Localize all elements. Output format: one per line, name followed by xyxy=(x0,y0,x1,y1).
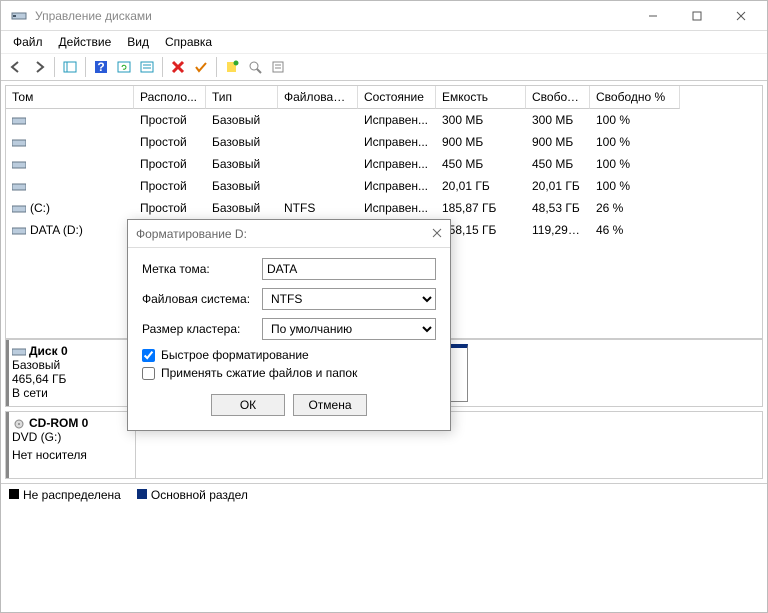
volume-icon xyxy=(12,225,26,235)
disk-icon xyxy=(12,346,26,356)
dialog-title: Форматирование D: xyxy=(136,227,247,241)
properties-icon[interactable] xyxy=(267,56,289,78)
help-icon[interactable]: ? xyxy=(90,56,112,78)
col-free[interactable]: Свобод... xyxy=(526,86,590,109)
label-cluster: Размер кластера: xyxy=(142,322,262,336)
table-row[interactable]: ПростойБазовыйИсправен...300 МБ300 МБ100… xyxy=(6,109,762,131)
checkbox-compress[interactable] xyxy=(142,367,155,380)
col-volume[interactable]: Том xyxy=(6,86,134,109)
refresh-icon[interactable] xyxy=(113,56,135,78)
disk-0-type: Базовый xyxy=(12,358,129,372)
col-status[interactable]: Состояние xyxy=(358,86,436,109)
svg-text:?: ? xyxy=(97,60,104,74)
volume-icon xyxy=(12,181,26,191)
label-volume: Метка тома: xyxy=(142,262,262,276)
disk-0-status: В сети xyxy=(12,386,129,400)
col-layout[interactable]: Располо... xyxy=(134,86,206,109)
titlebar: Управление дисками xyxy=(1,1,767,31)
table-row[interactable]: ПростойБазовыйИсправен...20,01 ГБ20,01 Г… xyxy=(6,175,762,197)
col-type[interactable]: Тип xyxy=(206,86,278,109)
ok-button[interactable]: ОК xyxy=(211,394,285,416)
cdrom-icon xyxy=(12,418,26,428)
legend-unallocated: Не распределена xyxy=(9,488,121,502)
col-capacity[interactable]: Емкость xyxy=(436,86,526,109)
search-icon[interactable] xyxy=(244,56,266,78)
volume-grid-header: Том Располо... Тип Файловая с... Состоян… xyxy=(5,85,763,109)
menu-view[interactable]: Вид xyxy=(119,33,157,51)
table-row[interactable]: ПростойБазовыйИсправен...900 МБ900 МБ100… xyxy=(6,131,762,153)
check-icon[interactable] xyxy=(190,56,212,78)
legend: Не распределена Основной раздел xyxy=(1,483,767,506)
volume-icon xyxy=(12,137,26,147)
format-dialog: Форматирование D: Метка тома: Файловая с… xyxy=(127,219,451,431)
col-pct[interactable]: Свободно % xyxy=(590,86,680,109)
show-hide-icon[interactable] xyxy=(59,56,81,78)
dialog-close-icon[interactable] xyxy=(432,227,442,241)
select-cluster[interactable]: По умолчанию xyxy=(262,318,436,340)
menu-file[interactable]: Файл xyxy=(5,33,51,51)
volume-icon xyxy=(12,203,26,213)
disk-0-size: 465,64 ГБ xyxy=(12,372,129,386)
label-quick-format: Быстрое форматирование xyxy=(161,348,309,362)
volume-icon xyxy=(12,115,26,125)
list-icon[interactable] xyxy=(136,56,158,78)
new-icon[interactable] xyxy=(221,56,243,78)
close-button[interactable] xyxy=(719,1,763,31)
app-icon xyxy=(11,8,27,24)
menubar: Файл Действие Вид Справка xyxy=(1,31,767,53)
disk-0-name: Диск 0 xyxy=(29,344,68,358)
window-title: Управление дисками xyxy=(33,9,631,23)
cdrom-name: CD-ROM 0 xyxy=(29,416,88,430)
table-row[interactable]: ПростойБазовыйИсправен...450 МБ450 МБ100… xyxy=(6,153,762,175)
delete-icon[interactable] xyxy=(167,56,189,78)
table-row[interactable]: (C:)ПростойБазовыйNTFSИсправен...185,87 … xyxy=(6,197,762,219)
menu-help[interactable]: Справка xyxy=(157,33,220,51)
cdrom-label[interactable]: CD-ROM 0 DVD (G:) Нет носителя xyxy=(6,412,136,478)
cdrom-nomedia: Нет носителя xyxy=(12,448,129,462)
minimize-button[interactable] xyxy=(631,1,675,31)
label-filesystem: Файловая система: xyxy=(142,292,262,306)
menu-action[interactable]: Действие xyxy=(51,33,120,51)
input-volume-label[interactable] xyxy=(262,258,436,280)
maximize-button[interactable] xyxy=(675,1,719,31)
forward-icon[interactable] xyxy=(28,56,50,78)
back-icon[interactable] xyxy=(5,56,27,78)
dialog-titlebar[interactable]: Форматирование D: xyxy=(128,220,450,248)
toolbar: ? xyxy=(1,53,767,81)
select-filesystem[interactable]: NTFS xyxy=(262,288,436,310)
checkbox-quick-format[interactable] xyxy=(142,349,155,362)
cdrom-sub: DVD (G:) xyxy=(12,430,129,444)
legend-primary: Основной раздел xyxy=(137,488,248,502)
disk-0-label[interactable]: Диск 0 Базовый 465,64 ГБ В сети xyxy=(6,340,136,406)
volume-icon xyxy=(12,159,26,169)
cancel-button[interactable]: Отмена xyxy=(293,394,367,416)
label-compress: Применять сжатие файлов и папок xyxy=(161,366,357,380)
col-fs[interactable]: Файловая с... xyxy=(278,86,358,109)
